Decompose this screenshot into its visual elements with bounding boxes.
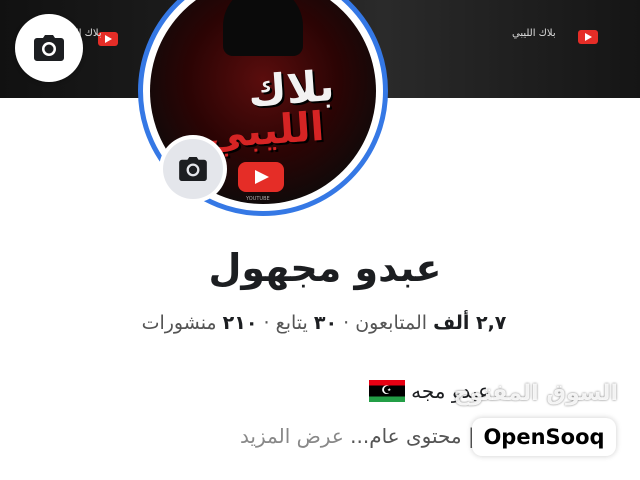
profile-stats: ٢,٧ ألف المتابعون · ٣٠ يتابع · ٢١٠ منشور… <box>0 312 640 334</box>
opensooq-watermark: OpenSooq <box>472 418 616 456</box>
avatar-text-line2: الليبي <box>204 103 326 159</box>
following-count[interactable]: ٣٠ <box>314 312 337 334</box>
edit-cover-photo-button[interactable] <box>15 14 83 82</box>
edit-profile-picture-button[interactable] <box>163 139 223 199</box>
youtube-logo-icon <box>238 162 284 192</box>
youtube-caption: YOUTUBE <box>246 196 270 202</box>
posts-label: منشورات <box>141 312 217 334</box>
youtube-icon <box>578 30 598 44</box>
see-more-link[interactable]: عرض المزيد <box>240 424 344 448</box>
hooded-figure-graphic <box>223 0 303 56</box>
stats-separator: · <box>263 312 270 334</box>
following-label[interactable]: يتابع <box>276 312 308 334</box>
libya-flag-icon <box>369 380 406 402</box>
followers-count[interactable]: ٢,٧ ألف <box>433 312 506 334</box>
profile-name: عبدو مجهول <box>208 246 442 290</box>
watermark-arabic: السوق المفتوح <box>453 381 618 406</box>
stats-separator: · <box>343 312 350 334</box>
camera-icon <box>34 35 64 61</box>
cover-text-right: بلاك الليبي <box>512 28 556 39</box>
followers-label[interactable]: المتابعون <box>355 312 427 334</box>
camera-icon <box>179 157 207 181</box>
posts-count: ٢١٠ <box>222 312 258 334</box>
